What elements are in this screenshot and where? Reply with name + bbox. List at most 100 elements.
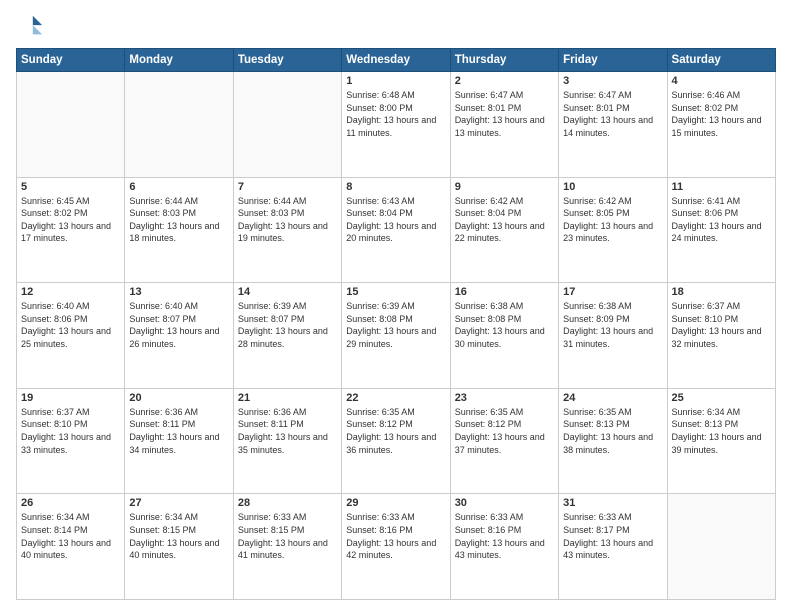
day-number: 9 bbox=[455, 181, 554, 193]
calendar-body: 1 Sunrise: 6:48 AMSunset: 8:00 PMDaylight… bbox=[17, 72, 776, 600]
day-number: 16 bbox=[455, 286, 554, 298]
calendar-cell: 10Sunrise: 6:42 AMSunset: 8:05 PMDayligh… bbox=[559, 177, 667, 283]
day-info: Sunrise: 6:40 AMSunset: 8:06 PMDaylight:… bbox=[21, 300, 120, 350]
calendar-cell: 12 Sunrise: 6:40 AMSunset: 8:06 PMDayligh… bbox=[17, 283, 125, 389]
calendar-cell: 1 Sunrise: 6:48 AMSunset: 8:00 PMDaylight… bbox=[342, 72, 450, 178]
day-info: Sunrise: 6:34 AMSunset: 8:14 PMDaylight:… bbox=[21, 511, 120, 561]
week-row-2: 12 Sunrise: 6:40 AMSunset: 8:06 PMDayligh… bbox=[17, 283, 776, 389]
day-number: 18 bbox=[672, 286, 771, 298]
calendar-cell: 27 Sunrise: 6:34 AMSunset: 8:15 PMDayligh… bbox=[125, 494, 233, 600]
calendar-cell: 15 Sunrise: 6:39 AMSunset: 8:08 PMDayligh… bbox=[342, 283, 450, 389]
day-info: Sunrise: 6:37 AMSunset: 8:10 PMDaylight:… bbox=[672, 300, 771, 350]
calendar-cell: 23 Sunrise: 6:35 AMSunset: 8:12 PMDayligh… bbox=[450, 388, 558, 494]
logo bbox=[16, 12, 48, 40]
day-number: 17 bbox=[563, 286, 662, 298]
day-info: Sunrise: 6:33 AMSunset: 8:15 PMDaylight:… bbox=[238, 511, 337, 561]
day-info: Sunrise: 6:41 AMSunset: 8:06 PMDaylight:… bbox=[672, 195, 771, 245]
page: SundayMondayTuesdayWednesdayThursdayFrid… bbox=[0, 0, 792, 612]
calendar-cell bbox=[125, 72, 233, 178]
calendar-cell: 28Sunrise: 6:33 AMSunset: 8:15 PMDayligh… bbox=[233, 494, 341, 600]
calendar-cell: 5 Sunrise: 6:45 AMSunset: 8:02 PMDaylight… bbox=[17, 177, 125, 283]
calendar-cell: 22 Sunrise: 6:35 AMSunset: 8:12 PMDayligh… bbox=[342, 388, 450, 494]
day-info: Sunrise: 6:38 AMSunset: 8:09 PMDaylight:… bbox=[563, 300, 662, 350]
calendar-cell: 26 Sunrise: 6:34 AMSunset: 8:14 PMDayligh… bbox=[17, 494, 125, 600]
calendar-cell: 16 Sunrise: 6:38 AMSunset: 8:08 PMDayligh… bbox=[450, 283, 558, 389]
calendar-cell: 24 Sunrise: 6:35 AMSunset: 8:13 PMDayligh… bbox=[559, 388, 667, 494]
calendar-cell: 19 Sunrise: 6:37 AMSunset: 8:10 PMDayligh… bbox=[17, 388, 125, 494]
header bbox=[16, 12, 776, 40]
day-number: 26 bbox=[21, 497, 120, 509]
day-number: 6 bbox=[129, 181, 228, 193]
week-row-4: 26 Sunrise: 6:34 AMSunset: 8:14 PMDayligh… bbox=[17, 494, 776, 600]
day-number: 5 bbox=[21, 181, 120, 193]
day-info: Sunrise: 6:35 AMSunset: 8:12 PMDaylight:… bbox=[455, 406, 554, 456]
calendar-cell: 9 Sunrise: 6:42 AMSunset: 8:04 PMDaylight… bbox=[450, 177, 558, 283]
day-number: 29 bbox=[346, 497, 445, 509]
day-header-thursday: Thursday bbox=[450, 49, 558, 72]
day-info: Sunrise: 6:43 AMSunset: 8:04 PMDaylight:… bbox=[346, 195, 445, 245]
calendar-header: SundayMondayTuesdayWednesdayThursdayFrid… bbox=[17, 49, 776, 72]
day-number: 19 bbox=[21, 392, 120, 404]
calendar-cell: 4 Sunrise: 6:46 AMSunset: 8:02 PMDaylight… bbox=[667, 72, 775, 178]
calendar-cell: 2Sunrise: 6:47 AMSunset: 8:01 PMDaylight… bbox=[450, 72, 558, 178]
calendar-cell: 7Sunrise: 6:44 AMSunset: 8:03 PMDaylight… bbox=[233, 177, 341, 283]
day-info: Sunrise: 6:33 AMSunset: 8:17 PMDaylight:… bbox=[563, 511, 662, 561]
day-number: 12 bbox=[21, 286, 120, 298]
calendar-cell: 31 Sunrise: 6:33 AMSunset: 8:17 PMDayligh… bbox=[559, 494, 667, 600]
day-number: 21 bbox=[238, 392, 337, 404]
day-info: Sunrise: 6:44 AMSunset: 8:03 PMDaylight:… bbox=[129, 195, 228, 245]
day-number: 31 bbox=[563, 497, 662, 509]
day-info: Sunrise: 6:35 AMSunset: 8:13 PMDaylight:… bbox=[563, 406, 662, 456]
calendar-cell: 6 Sunrise: 6:44 AMSunset: 8:03 PMDaylight… bbox=[125, 177, 233, 283]
day-number: 30 bbox=[455, 497, 554, 509]
week-row-1: 5 Sunrise: 6:45 AMSunset: 8:02 PMDaylight… bbox=[17, 177, 776, 283]
calendar-cell: 30Sunrise: 6:33 AMSunset: 8:16 PMDayligh… bbox=[450, 494, 558, 600]
day-number: 14 bbox=[238, 286, 337, 298]
calendar-cell: 13Sunrise: 6:40 AMSunset: 8:07 PMDayligh… bbox=[125, 283, 233, 389]
day-info: Sunrise: 6:33 AMSunset: 8:16 PMDaylight:… bbox=[346, 511, 445, 561]
calendar-cell bbox=[667, 494, 775, 600]
day-info: Sunrise: 6:34 AMSunset: 8:15 PMDaylight:… bbox=[129, 511, 228, 561]
day-info: Sunrise: 6:37 AMSunset: 8:10 PMDaylight:… bbox=[21, 406, 120, 456]
day-info: Sunrise: 6:39 AMSunset: 8:08 PMDaylight:… bbox=[346, 300, 445, 350]
day-header-wednesday: Wednesday bbox=[342, 49, 450, 72]
day-info: Sunrise: 6:38 AMSunset: 8:08 PMDaylight:… bbox=[455, 300, 554, 350]
calendar-cell: 8Sunrise: 6:43 AMSunset: 8:04 PMDaylight… bbox=[342, 177, 450, 283]
day-info: Sunrise: 6:47 AMSunset: 8:01 PMDaylight:… bbox=[455, 89, 554, 139]
calendar-cell: 21 Sunrise: 6:36 AMSunset: 8:11 PMDayligh… bbox=[233, 388, 341, 494]
day-info: Sunrise: 6:35 AMSunset: 8:12 PMDaylight:… bbox=[346, 406, 445, 456]
calendar-cell: 25Sunrise: 6:34 AMSunset: 8:13 PMDayligh… bbox=[667, 388, 775, 494]
day-info: Sunrise: 6:45 AMSunset: 8:02 PMDaylight:… bbox=[21, 195, 120, 245]
day-number: 1 bbox=[346, 75, 445, 87]
week-row-3: 19 Sunrise: 6:37 AMSunset: 8:10 PMDayligh… bbox=[17, 388, 776, 494]
day-info: Sunrise: 6:44 AMSunset: 8:03 PMDaylight:… bbox=[238, 195, 337, 245]
day-number: 24 bbox=[563, 392, 662, 404]
day-number: 15 bbox=[346, 286, 445, 298]
calendar-cell bbox=[233, 72, 341, 178]
day-info: Sunrise: 6:46 AMSunset: 8:02 PMDaylight:… bbox=[672, 89, 771, 139]
calendar-cell: 11 Sunrise: 6:41 AMSunset: 8:06 PMDayligh… bbox=[667, 177, 775, 283]
day-number: 4 bbox=[672, 75, 771, 87]
day-info: Sunrise: 6:48 AMSunset: 8:00 PMDaylight:… bbox=[346, 89, 445, 139]
day-number: 22 bbox=[346, 392, 445, 404]
calendar-cell: 17 Sunrise: 6:38 AMSunset: 8:09 PMDayligh… bbox=[559, 283, 667, 389]
day-header-friday: Friday bbox=[559, 49, 667, 72]
days-row: SundayMondayTuesdayWednesdayThursdayFrid… bbox=[17, 49, 776, 72]
week-row-0: 1 Sunrise: 6:48 AMSunset: 8:00 PMDaylight… bbox=[17, 72, 776, 178]
day-header-sunday: Sunday bbox=[17, 49, 125, 72]
day-number: 27 bbox=[129, 497, 228, 509]
calendar-cell: 3Sunrise: 6:47 AMSunset: 8:01 PMDaylight… bbox=[559, 72, 667, 178]
day-number: 23 bbox=[455, 392, 554, 404]
day-info: Sunrise: 6:42 AMSunset: 8:04 PMDaylight:… bbox=[455, 195, 554, 245]
calendar-cell: 29 Sunrise: 6:33 AMSunset: 8:16 PMDayligh… bbox=[342, 494, 450, 600]
calendar-cell: 14Sunrise: 6:39 AMSunset: 8:07 PMDayligh… bbox=[233, 283, 341, 389]
day-info: Sunrise: 6:36 AMSunset: 8:11 PMDaylight:… bbox=[238, 406, 337, 456]
day-number: 3 bbox=[563, 75, 662, 87]
logo-icon bbox=[16, 12, 44, 40]
day-number: 20 bbox=[129, 392, 228, 404]
day-header-monday: Monday bbox=[125, 49, 233, 72]
day-header-saturday: Saturday bbox=[667, 49, 775, 72]
calendar-cell bbox=[17, 72, 125, 178]
day-number: 11 bbox=[672, 181, 771, 193]
day-info: Sunrise: 6:34 AMSunset: 8:13 PMDaylight:… bbox=[672, 406, 771, 456]
